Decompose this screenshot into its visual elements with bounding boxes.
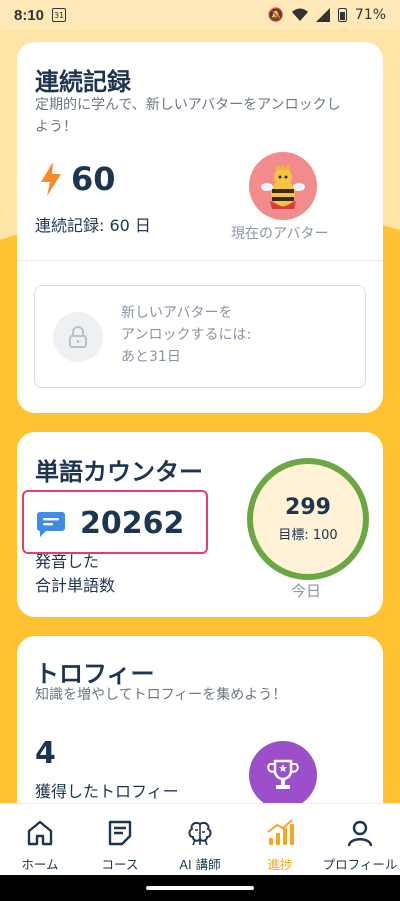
bee-avatar-icon — [261, 163, 305, 209]
battery-percent: 71% — [354, 7, 386, 23]
trophy-badge[interactable] — [249, 741, 317, 809]
lightning-icon — [41, 162, 61, 196]
streak-subtitle-line1: 定期的に学んで、新しいアバターをアンロックし — [35, 97, 341, 113]
avatar-caption: 現在のアバター — [231, 226, 329, 242]
unlock-line2: アンロックするには: — [121, 327, 252, 343]
trophy-subtitle: 知識を増やしてトロフィーを集めよう！ — [35, 687, 287, 703]
course-icon — [108, 820, 132, 846]
nav-home[interactable]: ホーム — [0, 804, 80, 875]
today-count: 299 — [285, 495, 331, 520]
speech-bubble-icon — [37, 511, 65, 537]
mute-icon: 🔕 — [267, 7, 284, 23]
avatar[interactable] — [249, 152, 317, 220]
nav-progress[interactable]: 進捗 — [240, 804, 320, 875]
status-icons: 🔕 71% — [268, 7, 386, 23]
word-counter-title: 単語カウンター — [35, 458, 203, 486]
status-bar: 8:10 31 🔕 71% — [0, 0, 400, 30]
trophy-icon — [267, 759, 299, 789]
nav-course[interactable]: コース — [80, 804, 160, 875]
system-gesture-bar — [0, 875, 400, 901]
brain-icon — [188, 821, 212, 846]
today-progress-ring: 299 目標: 100 — [247, 458, 369, 580]
nav-course-label: コース — [101, 857, 139, 872]
nav-profile-label: プロフィール — [322, 857, 398, 872]
nav-ai-tutor[interactable]: AI 講師 — [160, 804, 240, 875]
nav-ai-tutor-label: AI 講師 — [179, 857, 221, 872]
streak-count-row: 60 — [39, 160, 116, 198]
word-count-row: 20262 — [36, 506, 184, 541]
unlock-text: 新しいアバターを アンロックするには: あと31日 — [121, 302, 251, 368]
today-label: 今日 — [291, 582, 322, 600]
home-gesture-handle[interactable] — [146, 886, 254, 890]
nav-home-label: ホーム — [21, 857, 59, 872]
trophy-count: 4 — [35, 736, 56, 771]
today-goal: 目標: 100 — [278, 528, 338, 543]
unlock-line3: あと31日 — [121, 349, 181, 365]
nav-progress-label: 進捗 — [267, 857, 293, 872]
word-count-number: 20262 — [80, 506, 185, 541]
bottom-navigation: ホーム コース AI 講師 進捗 プロフィール — [0, 803, 400, 875]
signal-icon — [315, 8, 330, 22]
word-count-highlight: 20262 — [22, 490, 208, 554]
streak-number: 60 — [71, 160, 116, 198]
status-time: 8:10 — [14, 6, 45, 24]
streak-label: 連続記録: 60 日 — [35, 216, 151, 235]
streak-card: 連続記録 定期的に学んで、新しいアバターをアンロックし よう！ 60 連続記録:… — [17, 42, 383, 413]
battery-icon — [337, 8, 347, 22]
word-count-label-line2: 合計単語数 — [35, 576, 116, 595]
unlock-info-box: 新しいアバターを アンロックするには: あと31日 — [34, 285, 366, 388]
streak-subtitle-line2: よう！ — [35, 119, 77, 135]
trophy-label: 獲得したトロフィー — [35, 782, 179, 801]
home-icon — [27, 820, 53, 846]
lock-icon — [69, 326, 87, 348]
unlock-line1: 新しいアバターを — [121, 305, 233, 321]
streak-title: 連続記録 — [35, 68, 131, 96]
word-count-label: 発音した 合計単語数 — [35, 550, 115, 598]
lock-badge — [53, 312, 103, 362]
streak-subtitle: 定期的に学んで、新しいアバターをアンロックし よう！ — [35, 94, 341, 138]
nav-profile[interactable]: プロフィール — [320, 804, 400, 875]
divider — [17, 260, 383, 261]
profile-icon — [347, 820, 373, 847]
calendar-icon: 31 — [52, 8, 67, 22]
progress-chart-icon — [267, 819, 294, 845]
wifi-icon — [291, 8, 308, 21]
